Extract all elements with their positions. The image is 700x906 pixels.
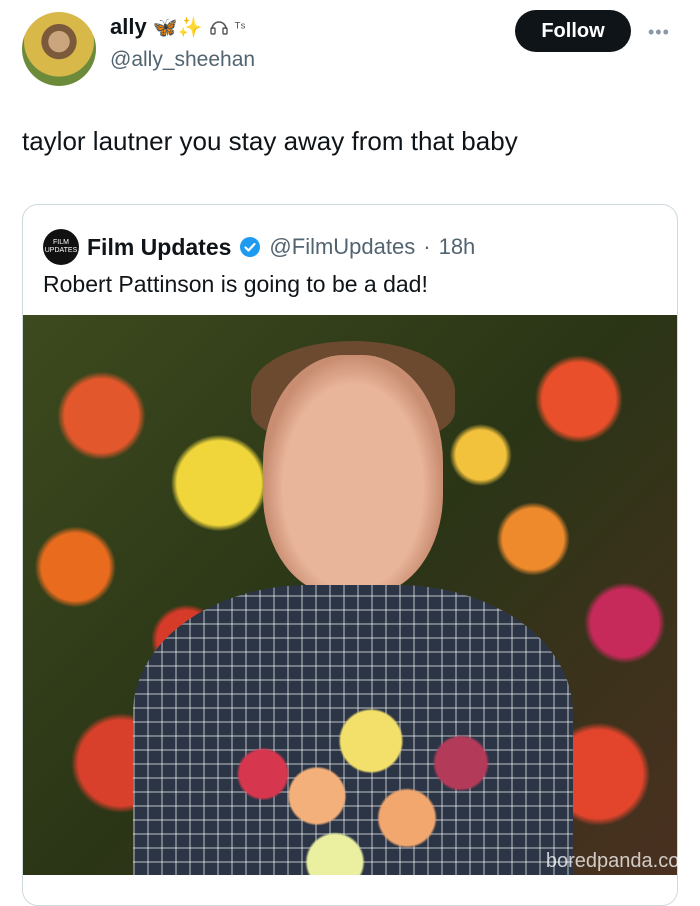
verified-badge-icon	[240, 237, 261, 257]
follow-button[interactable]: Follow	[515, 10, 631, 52]
tweet-header: ally 🦋✨ ᵀˢ @ally_sheehan Follow •••	[0, 0, 700, 100]
photo-face	[263, 355, 443, 595]
author-name[interactable]: ally	[110, 14, 147, 40]
quoted-tweet-header: FILM UPDATES Film Updates @FilmUpdates ·…	[43, 229, 475, 265]
separator: ·	[423, 234, 431, 259]
author-name-row: ally 🦋✨ ᵀˢ	[110, 14, 245, 40]
more-options-icon[interactable]: •••	[648, 22, 670, 43]
quoted-author-handle[interactable]: @FilmUpdates	[269, 234, 415, 260]
author-extra: ᵀˢ	[234, 19, 246, 35]
quoted-tweet[interactable]: FILM UPDATES Film Updates @FilmUpdates ·…	[22, 204, 678, 906]
photo-bouquet	[173, 675, 533, 875]
tweet-text: taylor lautner you stay away from that b…	[22, 126, 518, 156]
watermark: boredpanda.com	[545, 850, 696, 872]
quoted-author-name[interactable]: Film Updates	[87, 234, 231, 261]
author-handle[interactable]: @ally_sheehan	[110, 48, 255, 72]
author-emojis: 🦋✨	[152, 16, 203, 39]
quoted-tweet-photo[interactable]	[23, 315, 677, 875]
quoted-time[interactable]: 18h	[439, 234, 476, 260]
avatar[interactable]	[22, 12, 96, 86]
quoted-tweet-text: Robert Pattinson is going to be a dad!	[43, 271, 428, 297]
headphones-icon	[209, 21, 228, 35]
film-updates-logo[interactable]: FILM UPDATES	[43, 229, 79, 265]
